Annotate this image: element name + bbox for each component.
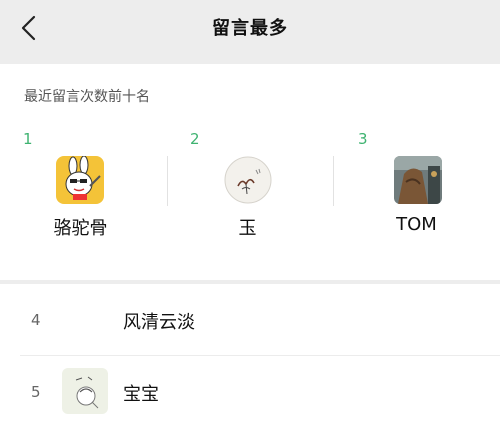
top-ranking-panel: 最近留言次数前十名 1 骆驼骨 2 玉 3 TOM xyxy=(0,64,500,280)
section-label: 最近留言次数前十名 xyxy=(24,89,150,105)
user-name: TOM xyxy=(396,214,437,235)
user-name: 宝宝 xyxy=(123,384,159,405)
ranking-list: 4 风清云淡 5 宝宝 xyxy=(0,284,500,427)
avatar xyxy=(56,156,104,204)
cartoon-rabbit-avatar xyxy=(56,156,104,204)
navigation-bar: 留言最多 xyxy=(0,0,500,62)
list-item[interactable]: 5 宝宝 xyxy=(0,356,500,426)
top-three-list: 1 骆驼骨 2 玉 3 TOM xyxy=(0,126,500,246)
rank-number: 1 xyxy=(23,130,33,148)
rank-number: 2 xyxy=(190,130,200,148)
avatar xyxy=(62,368,108,414)
list-item[interactable]: 4 风清云淡 xyxy=(0,284,500,354)
avatar xyxy=(224,156,272,204)
top-rank-item-1[interactable]: 1 骆驼骨 xyxy=(0,126,167,246)
rank-number: 4 xyxy=(31,311,41,329)
user-name: 风清云淡 xyxy=(123,312,195,333)
rank-number: 5 xyxy=(31,383,41,401)
rank-number: 3 xyxy=(358,130,368,148)
ink-flower-avatar xyxy=(224,156,272,204)
user-name: 玉 xyxy=(238,218,257,239)
sketch-avatar xyxy=(62,368,108,414)
avatar xyxy=(394,156,442,204)
top-rank-item-3[interactable]: 3 TOM xyxy=(333,126,500,246)
photo-avatar xyxy=(394,156,442,204)
top-rank-item-2[interactable]: 2 玉 xyxy=(167,126,334,246)
user-name: 骆驼骨 xyxy=(53,218,108,239)
page-title: 留言最多 xyxy=(212,18,288,39)
